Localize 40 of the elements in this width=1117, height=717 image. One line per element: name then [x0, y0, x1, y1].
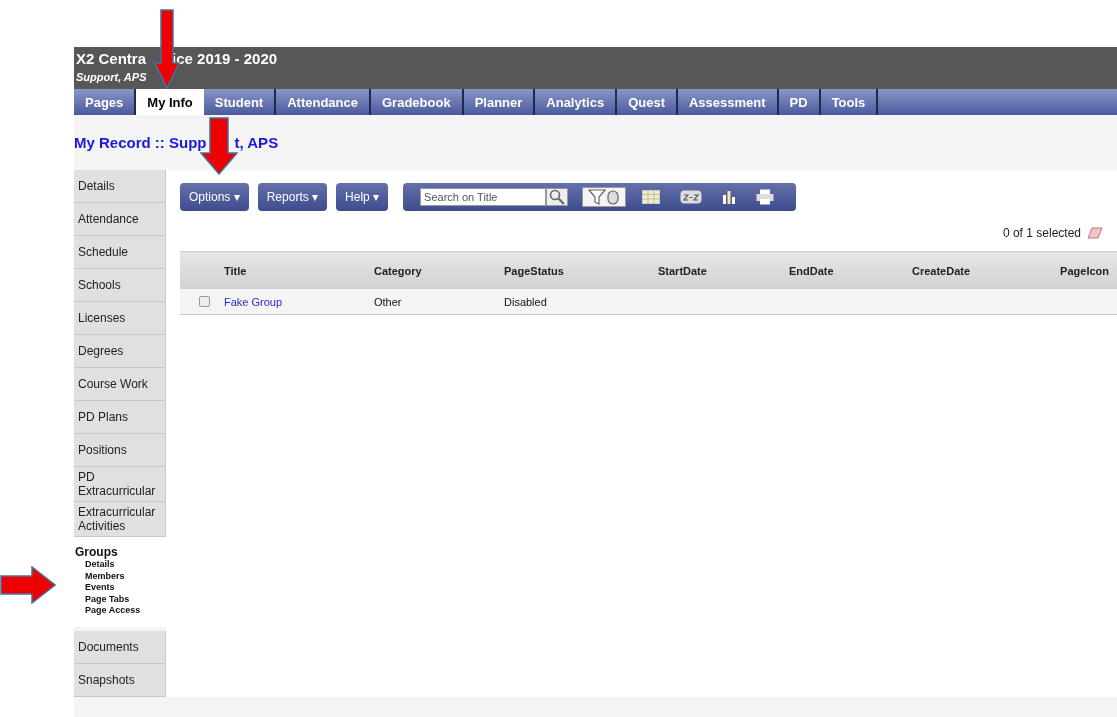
table-cell-text: Other: [374, 295, 403, 308]
menu-button[interactable]: Reports ▾: [257, 183, 328, 211]
sidebar-subitem[interactable]: Members: [74, 570, 166, 582]
sidebar-subitem[interactable]: Page Tabs: [74, 593, 166, 605]
table-cell[interactable]: Fake Group: [224, 295, 374, 308]
sidebar-item[interactable]: Attendance: [74, 203, 166, 236]
sidebar-item[interactable]: Licenses: [74, 302, 166, 335]
sidebar-item[interactable]: Degrees: [74, 335, 166, 368]
column-header[interactable]: EndDate: [789, 264, 912, 277]
nav-tab[interactable]: My Info: [136, 89, 204, 115]
column-header[interactable]: StartDate: [658, 264, 789, 277]
sidebar-item[interactable]: Documents: [74, 630, 166, 664]
menu-button[interactable]: Options ▾: [180, 183, 249, 211]
column-header[interactable]: Category: [374, 264, 504, 277]
sidebar-item[interactable]: Course Work: [74, 368, 166, 401]
sidebar-item[interactable]: Positions: [74, 434, 166, 467]
sidebar-item[interactable]: Extracurricular Activities: [74, 502, 166, 537]
sidebar-item[interactable]: Snapshots: [74, 663, 166, 697]
column-header[interactable]: PageStatus: [504, 264, 658, 277]
record-title: My Record :: Supp: [74, 134, 207, 151]
sidebar-item[interactable]: Schedule: [74, 236, 166, 269]
sidebar-subitem[interactable]: Page Access: [74, 605, 166, 617]
table-cell-text: Disabled: [504, 295, 548, 308]
selection-count: 0 of 1 selected: [1002, 226, 1081, 240]
column-header[interactable]: PageIcon: [1060, 264, 1117, 277]
app-title: ice 2019 - 2020: [172, 49, 278, 67]
user-name: Support, APS: [76, 71, 148, 83]
menu-button[interactable]: Help ▾: [336, 183, 389, 211]
sidebar-subitem[interactable]: Details: [74, 559, 166, 571]
sidebar-item[interactable]: PD Plans: [74, 401, 166, 434]
sidebar-subitem[interactable]: Events: [74, 582, 166, 594]
sidebar-item[interactable]: Schools: [74, 269, 166, 302]
record-title: t, APS: [234, 134, 279, 151]
search-field[interactable]: Search on Title: [420, 188, 547, 206]
column-header[interactable]: CreateDate: [912, 264, 1012, 277]
sidebar-item[interactable]: Groups: [74, 545, 166, 559]
app-title: X2 Centra: [76, 49, 147, 67]
sidebar-item[interactable]: Details: [74, 170, 166, 203]
column-header[interactable]: Title: [224, 264, 374, 277]
sidebar-item[interactable]: PD Extracurricular: [74, 467, 166, 502]
